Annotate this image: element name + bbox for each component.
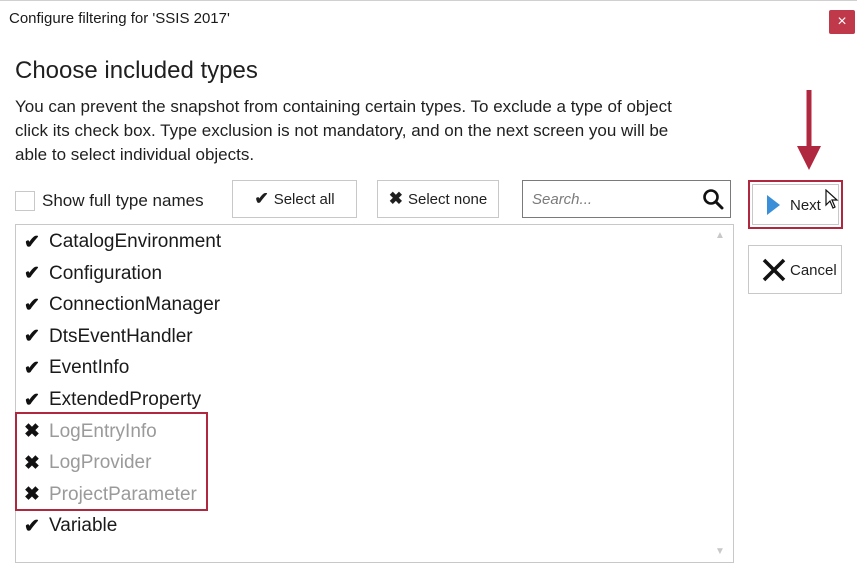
description-line-2: click its check box. Type exclusion is n… bbox=[15, 121, 669, 140]
next-button[interactable]: Next bbox=[748, 180, 843, 229]
cancel-label: Cancel bbox=[790, 262, 837, 279]
close-icon: × bbox=[837, 13, 847, 30]
type-row[interactable]: ✔ ConnectionManager bbox=[21, 291, 220, 319]
type-name: LogEntryInfo bbox=[49, 420, 157, 442]
description: You can prevent the snapshot from contai… bbox=[15, 95, 705, 167]
type-row[interactable]: ✔ Configuration bbox=[21, 260, 162, 288]
checkmark-icon[interactable]: ✔ bbox=[21, 294, 43, 317]
cancel-x-icon bbox=[762, 258, 786, 282]
checkbox-box[interactable] bbox=[15, 191, 35, 211]
type-name: EventInfo bbox=[49, 357, 130, 379]
type-name: Configuration bbox=[49, 262, 163, 284]
play-icon bbox=[767, 195, 780, 215]
page-title: Choose included types bbox=[15, 57, 258, 84]
type-row[interactable]: ✔ DtsEventHandler bbox=[21, 323, 193, 351]
checkmark-icon[interactable]: ✔ bbox=[21, 357, 43, 380]
type-row[interactable]: ✔ ExtendedProperty bbox=[21, 386, 201, 414]
checkmark-icon[interactable]: ✔ bbox=[21, 389, 43, 412]
type-name: LogProvider bbox=[49, 452, 152, 474]
select-all-button[interactable]: ✔ Select all bbox=[232, 180, 357, 218]
mouse-cursor-icon bbox=[825, 189, 839, 209]
x-icon[interactable]: ✖ bbox=[21, 420, 43, 443]
checkmark-icon[interactable]: ✔ bbox=[21, 262, 43, 285]
type-row[interactable]: ✖ LogEntryInfo bbox=[21, 418, 157, 446]
type-name: Variable bbox=[49, 515, 118, 537]
type-row[interactable]: ✖ LogProvider bbox=[21, 449, 151, 477]
scroll-up-icon[interactable]: ▲ bbox=[713, 230, 727, 242]
search-icon[interactable] bbox=[702, 188, 724, 210]
type-name: ConnectionManager bbox=[49, 294, 221, 316]
checkmark-icon: ✔ bbox=[254, 189, 269, 208]
scroll-down-icon[interactable]: ▼ bbox=[713, 546, 727, 558]
type-name: ProjectParameter bbox=[49, 483, 197, 505]
annotation-arrow-icon bbox=[797, 90, 821, 170]
x-icon: ✖ bbox=[388, 189, 403, 208]
type-row[interactable]: ✔ CatalogEnvironment bbox=[21, 228, 221, 256]
x-icon[interactable]: ✖ bbox=[21, 483, 43, 506]
type-row[interactable]: ✔ Variable bbox=[21, 512, 117, 540]
type-row[interactable]: ✖ ProjectParameter bbox=[21, 481, 197, 509]
cancel-button[interactable]: Cancel bbox=[748, 245, 842, 294]
description-line-1: You can prevent the snapshot from contai… bbox=[15, 97, 672, 116]
description-line-3: able to select individual objects. bbox=[15, 145, 255, 164]
window-title: Configure filtering for 'SSIS 2017' bbox=[9, 10, 230, 27]
x-icon[interactable]: ✖ bbox=[21, 452, 43, 475]
checkmark-icon[interactable]: ✔ bbox=[21, 325, 43, 348]
checkmark-icon[interactable]: ✔ bbox=[21, 231, 43, 254]
type-name: DtsEventHandler bbox=[49, 325, 193, 347]
select-none-button[interactable]: ✖ Select none bbox=[377, 180, 499, 218]
show-full-type-names-checkbox[interactable]: Show full type names bbox=[15, 190, 204, 212]
type-row[interactable]: ✔ EventInfo bbox=[21, 354, 129, 382]
show-full-type-names-label: Show full type names bbox=[42, 191, 204, 210]
title-bar: Configure filtering for 'SSIS 2017' × bbox=[0, 0, 857, 40]
checkmark-icon[interactable]: ✔ bbox=[21, 515, 43, 538]
type-name: CatalogEnvironment bbox=[49, 231, 222, 252]
next-label: Next bbox=[790, 197, 821, 214]
search-input[interactable]: Search... bbox=[522, 180, 731, 218]
types-list[interactable]: ▲ ▼ ✔ CatalogEnvironment ✔ Configuration ✔ Co… bbox=[15, 224, 734, 563]
search-placeholder: Search... bbox=[532, 191, 593, 208]
type-name: ExtendedProperty bbox=[49, 389, 202, 410]
select-none-label: Select none bbox=[408, 190, 488, 208]
close-button[interactable]: × bbox=[829, 10, 855, 34]
select-all-label: Select all bbox=[273, 190, 335, 208]
